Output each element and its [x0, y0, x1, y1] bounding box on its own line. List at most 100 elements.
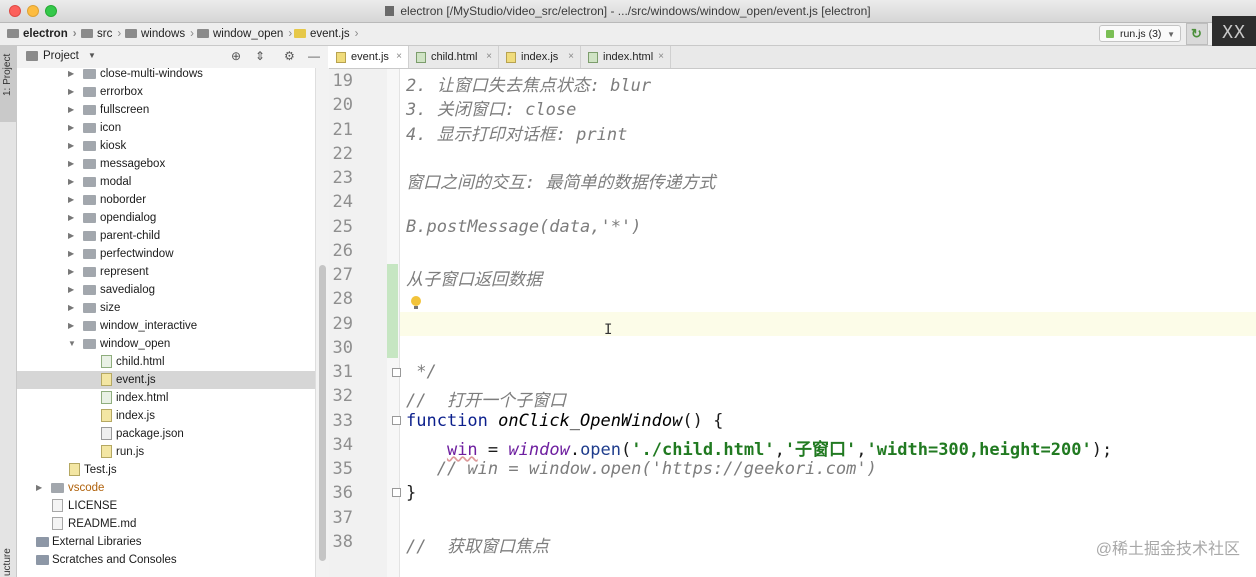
code-line[interactable]: 4. 显示打印对话框: print [406, 120, 627, 145]
tree-item[interactable]: Test.js [17, 461, 315, 479]
breadcrumb-item[interactable]: src › [81, 26, 121, 42]
breadcrumb-item[interactable]: electron › [7, 26, 77, 42]
code-line[interactable]: // win = window.open('https://geekori.co… [406, 459, 877, 479]
tree-item[interactable]: package.json [17, 425, 315, 443]
vcs-change-marker[interactable] [387, 264, 398, 358]
locate-icon[interactable]: ⊕ [231, 49, 241, 63]
code-line[interactable]: */ [406, 362, 436, 382]
expand-arrow-right-icon[interactable]: ▶ [68, 173, 76, 191]
tree-item[interactable]: External Libraries [17, 533, 315, 551]
breadcrumb-item[interactable]: event.js › [294, 26, 358, 42]
tree-item[interactable]: ▶ savedialog [17, 281, 315, 299]
editor-tab-label: event.js [351, 51, 389, 63]
code-line[interactable]: 3. 关闭窗口: close [406, 95, 576, 120]
tree-item[interactable]: index.html [17, 389, 315, 407]
close-tab-icon[interactable]: × [568, 46, 574, 68]
tree-item[interactable]: ▶ window_interactive [17, 317, 315, 335]
close-tab-icon[interactable]: × [486, 46, 492, 68]
tree-item[interactable]: ▶ vscode [17, 479, 315, 497]
expand-arrow-right-icon[interactable]: ▶ [68, 83, 76, 101]
fold-marker-icon[interactable] [392, 488, 401, 497]
breadcrumb-item[interactable]: window_open › [197, 26, 292, 42]
tree-item[interactable]: ▶ kiosk [17, 137, 315, 155]
expand-arrow-right-icon[interactable]: ▶ [68, 299, 76, 317]
rerun-button[interactable]: ↻ [1186, 23, 1208, 45]
code-line[interactable]: 2. 让窗口失去焦点状态: blur [406, 71, 651, 96]
editor-tab[interactable]: index.html × [581, 46, 671, 68]
tree-item[interactable]: index.js [17, 407, 315, 425]
structure-tool-tab-label[interactable]: ucture [2, 548, 13, 576]
expand-arrow-right-icon[interactable]: ▶ [68, 68, 76, 83]
editor-tab[interactable]: child.html × [409, 46, 499, 68]
tree-item-label: LICENSE [68, 500, 118, 512]
project-tree-scrollbar[interactable] [315, 68, 329, 577]
expand-arrow-right-icon[interactable]: ▶ [68, 137, 76, 155]
scrollbar-thumb[interactable] [319, 265, 326, 561]
tree-item[interactable]: ▶ fullscreen [17, 101, 315, 119]
gear-icon[interactable]: ⚙ [284, 49, 295, 63]
tree-item[interactable]: README.md [17, 515, 315, 533]
tree-item[interactable]: ▶ size [17, 299, 315, 317]
expand-arrow-right-icon[interactable]: ▶ [68, 119, 76, 137]
folder-icon [7, 29, 19, 38]
editor-tab[interactable]: index.js × [499, 46, 581, 68]
breadcrumb-item[interactable]: windows › [125, 26, 194, 42]
expand-arrow-right-icon[interactable]: ▶ [68, 263, 76, 281]
tree-item[interactable]: ▼ window_open [17, 335, 315, 353]
code-line[interactable]: // 获取窗口焦点 [406, 532, 549, 557]
line-number: 19 [332, 71, 353, 91]
editor-tab[interactable]: event.js × [329, 46, 409, 68]
close-tab-icon[interactable]: × [658, 46, 664, 68]
js-file-icon [336, 52, 346, 63]
tree-item[interactable]: ▶ close-multi-windows [17, 68, 315, 83]
project-tool-tab-label[interactable]: 1: Project [2, 54, 13, 96]
tree-item[interactable]: ▶ messagebox [17, 155, 315, 173]
expand-arrow-right-icon[interactable]: ▶ [36, 479, 44, 497]
lightbulb-icon[interactable] [411, 296, 421, 309]
tree-item[interactable]: child.html [17, 353, 315, 371]
code-line[interactable]: win = window.open('./child.html','子窗口','… [406, 435, 1112, 460]
tree-item[interactable]: ▶ errorbox [17, 83, 315, 101]
hide-panel-icon[interactable]: — [308, 49, 320, 63]
expand-arrow-right-icon[interactable]: ▶ [68, 101, 76, 119]
expand-arrow-right-icon[interactable]: ▶ [68, 281, 76, 299]
tree-item[interactable]: ▶ icon [17, 119, 315, 137]
expand-arrow-right-icon[interactable]: ▶ [68, 317, 76, 335]
tree-item-label: event.js [116, 374, 156, 386]
expand-arrow-right-icon[interactable]: ▶ [68, 191, 76, 209]
code-line[interactable]: // 打开一个子窗口 [406, 386, 566, 411]
folder-icon [197, 29, 209, 38]
close-tab-icon[interactable]: × [396, 46, 402, 68]
tree-item[interactable]: ▶ noborder [17, 191, 315, 209]
expand-arrow-right-icon[interactable]: ▶ [68, 227, 76, 245]
tree-item[interactable]: ▶ modal [17, 173, 315, 191]
run-configuration-select[interactable]: run.js (3) ▼ [1099, 25, 1181, 42]
fold-marker-icon[interactable] [392, 416, 401, 425]
code-line[interactable]: 从子窗口返回数据 [406, 265, 542, 290]
expand-arrow-right-icon[interactable]: ▶ [68, 155, 76, 173]
tree-item-label: errorbox [100, 86, 143, 98]
tree-item[interactable]: ▶ represent [17, 263, 315, 281]
line-number: 27 [332, 265, 353, 285]
fold-marker-icon[interactable] [392, 368, 401, 377]
tree-item[interactable]: event.js [17, 371, 315, 389]
tree-item[interactable]: ▶ opendialog [17, 209, 315, 227]
tree-item-label: size [100, 302, 121, 314]
tree-item[interactable]: Scratches and Consoles [17, 551, 315, 569]
expand-arrow-down-icon[interactable]: ▼ [68, 335, 76, 353]
code-line[interactable]: } [406, 483, 416, 503]
expand-arrow-right-icon[interactable]: ▶ [68, 245, 76, 263]
tree-item[interactable]: run.js [17, 443, 315, 461]
corner-logo: XX [1212, 16, 1256, 50]
chevron-down-icon[interactable]: ▼ [88, 51, 96, 60]
tree-item[interactable]: ▶ parent-child [17, 227, 315, 245]
line-number: 38 [332, 531, 353, 552]
code-line[interactable]: B.postMessage(data,'*') [406, 217, 641, 237]
code-line[interactable]: function onClick_OpenWindow() { [406, 411, 723, 431]
collapse-all-icon[interactable]: ⇕ [255, 49, 265, 63]
code-line[interactable]: 窗口之间的交互: 最简单的数据传递方式 [406, 168, 715, 193]
tree-item[interactable]: LICENSE [17, 497, 315, 515]
expand-arrow-right-icon[interactable]: ▶ [68, 209, 76, 227]
tree-item[interactable]: ▶ perfectwindow [17, 245, 315, 263]
project-panel-title[interactable]: Project [43, 50, 79, 62]
